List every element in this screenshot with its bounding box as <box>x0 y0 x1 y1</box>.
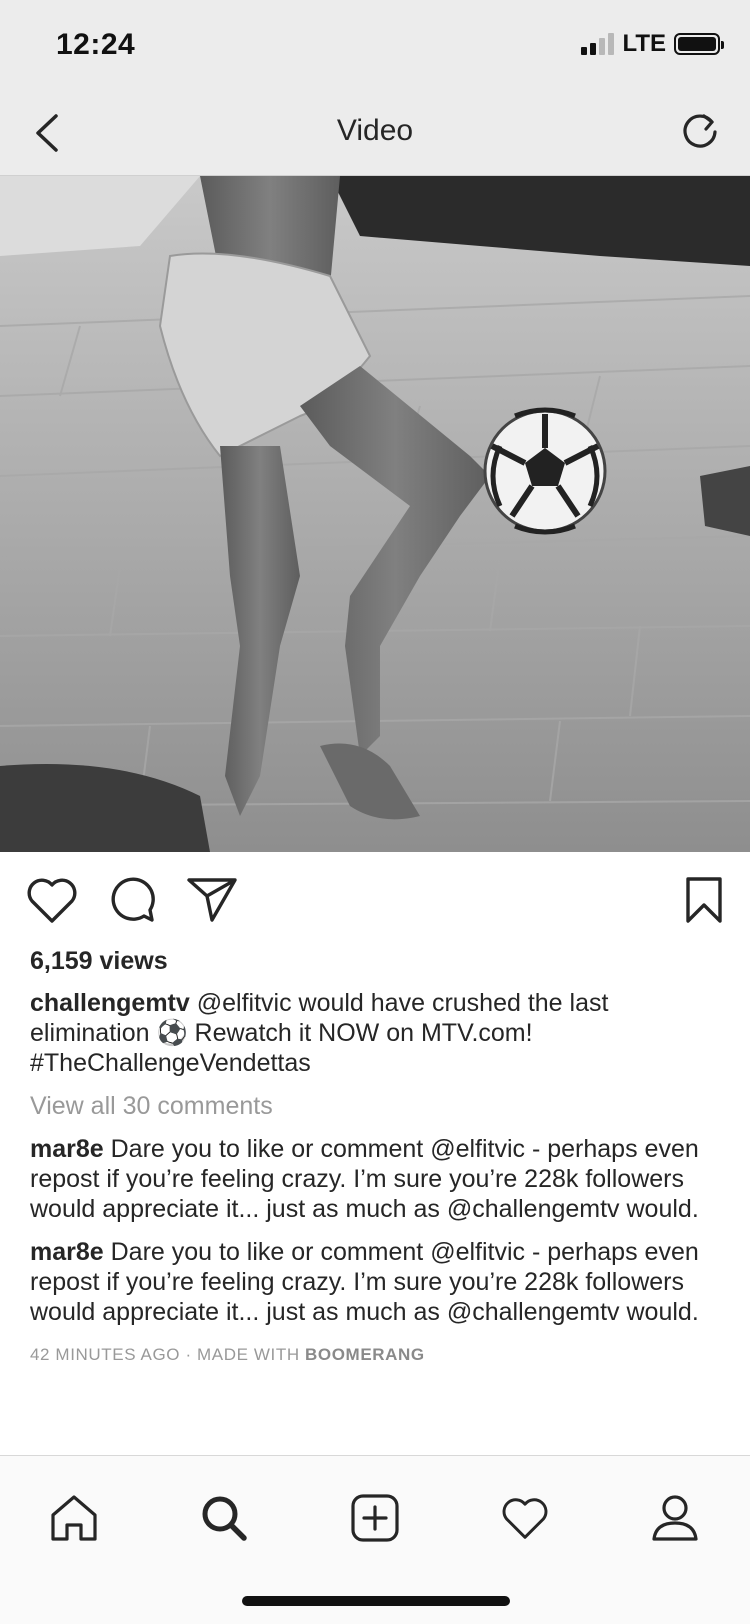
home-icon <box>51 1495 97 1541</box>
bookmark-icon <box>686 877 722 923</box>
status-indicators: LTE <box>581 30 724 58</box>
comment-username[interactable]: mar8e <box>30 1238 104 1266</box>
tab-home[interactable] <box>42 1486 106 1550</box>
caption: challengemtv @elfitvic would have crushe… <box>30 988 720 1078</box>
comment: mar8e Dare you to like or comment @elfit… <box>30 1237 720 1327</box>
like-button[interactable] <box>22 868 82 932</box>
heart-icon <box>27 878 77 923</box>
battery-icon <box>674 33 724 55</box>
home-indicator[interactable] <box>242 1596 510 1606</box>
refresh-icon <box>683 114 717 148</box>
search-icon <box>202 1496 247 1541</box>
video-player[interactable] <box>0 176 750 852</box>
video-frame <box>0 176 750 852</box>
status-time: 12:24 <box>56 28 136 61</box>
profile-icon <box>652 1495 698 1541</box>
view-count[interactable]: 6,159 views <box>30 946 720 976</box>
page-title: Video <box>336 114 414 147</box>
nav-bar: Video <box>0 90 750 176</box>
refresh-button[interactable] <box>674 106 726 158</box>
comment-text: Dare you to like or comment @elfitvic - … <box>30 1238 699 1326</box>
comment-username[interactable]: mar8e <box>30 1135 104 1163</box>
status-bar: 12:24 LTE <box>0 0 750 90</box>
post-meta: 42 MINUTES AGO · MADE WITH BOOMERANG <box>30 1340 720 1370</box>
comment: mar8e Dare you to like or comment @elfit… <box>30 1134 720 1224</box>
post-content: 6,159 views challengemtv @elfitvic would… <box>30 946 720 1370</box>
tab-add-post[interactable] <box>343 1486 407 1550</box>
post-actions <box>0 868 750 938</box>
tab-profile[interactable] <box>643 1486 707 1550</box>
view-all-comments-link[interactable]: View all 30 comments <box>30 1091 720 1121</box>
signal-icon <box>581 33 615 55</box>
soccer-ball <box>483 407 607 535</box>
comment-button[interactable] <box>102 868 162 932</box>
activity-heart-icon <box>502 1498 548 1539</box>
made-with-label: MADE WITH <box>197 1345 300 1364</box>
tab-activity[interactable] <box>493 1486 557 1550</box>
caption-username[interactable]: challengemtv <box>30 989 190 1017</box>
timestamp: 42 MINUTES AGO <box>30 1345 181 1364</box>
add-post-icon <box>351 1494 399 1542</box>
boomerang-link[interactable]: BOOMERANG <box>305 1345 425 1364</box>
share-button[interactable] <box>182 868 242 932</box>
comment-icon <box>111 877 155 922</box>
meta-separator: · <box>185 1345 198 1364</box>
comment-text: Dare you to like or comment @elfitvic - … <box>30 1135 699 1223</box>
send-icon <box>187 878 237 922</box>
tab-search[interactable] <box>192 1486 256 1550</box>
network-label: LTE <box>622 30 666 57</box>
save-button[interactable] <box>674 868 734 932</box>
